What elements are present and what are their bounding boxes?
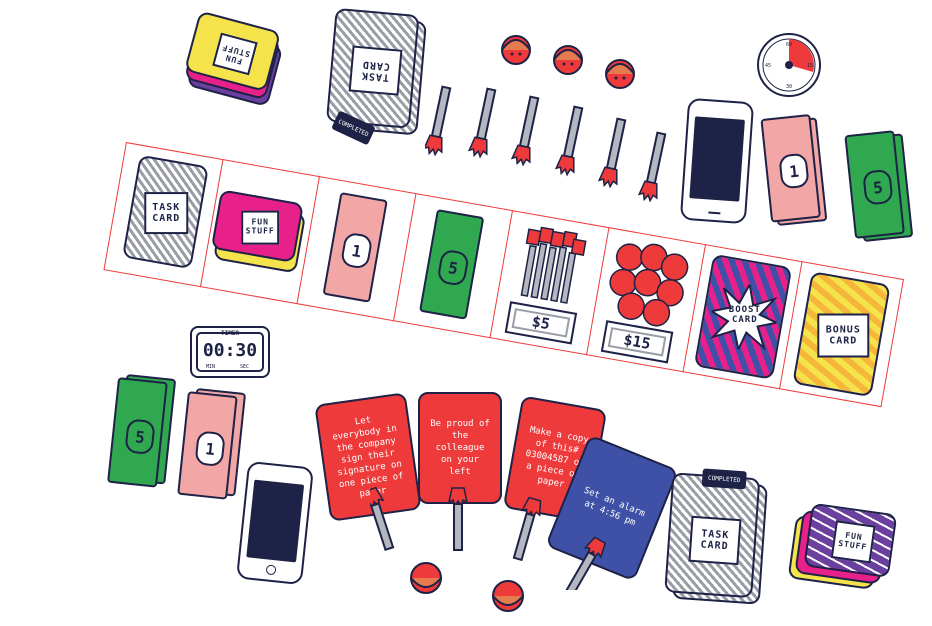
- hands-row: [425, 85, 670, 202]
- home-button: [265, 564, 277, 576]
- five-dollar-stack-top[interactable]: 5: [844, 129, 915, 247]
- hand-pawn-icon[interactable]: [561, 536, 608, 590]
- fun-stuff-card: FUN STUFF: [803, 502, 898, 579]
- task-card-label: TASK CARD: [144, 192, 189, 235]
- dial-tick: 30: [786, 84, 792, 90]
- hand-pawn-icon[interactable]: [637, 131, 670, 202]
- pawn-heads-bottom: [410, 562, 524, 612]
- home-indicator: [708, 211, 721, 215]
- bill-value: 5: [436, 248, 470, 287]
- heads-bundle-icon: [609, 243, 689, 327]
- task-card-label: TASK CARD: [688, 515, 742, 566]
- hand-pawn-icon[interactable]: [370, 486, 398, 552]
- one-dollar-stack-bottom[interactable]: 1: [176, 387, 249, 509]
- timer-sec: SEC: [240, 364, 250, 370]
- hand-pawn-icon[interactable]: [509, 496, 543, 562]
- bill-value: 1: [778, 152, 810, 190]
- hand-pawn-icon[interactable]: [425, 85, 455, 157]
- completed-clip[interactable]: COMPLETED: [701, 468, 747, 490]
- pawn-head-icon[interactable]: [553, 45, 583, 75]
- dial-tick: 60: [786, 42, 792, 48]
- bonus-card-label: BONUS CARD: [817, 313, 870, 358]
- fun-stuff-label: FUN STUFF: [241, 210, 280, 245]
- boost-card: BOOST CARD: [693, 253, 793, 380]
- phone-screen: [689, 116, 745, 202]
- five-dollar-bill: 5: [419, 209, 485, 320]
- task-card-label: TASK CARD: [348, 45, 403, 96]
- phone-screen: [246, 479, 305, 563]
- bill-value: 1: [194, 430, 226, 468]
- boost-card-label: BOOST CARD: [728, 305, 761, 326]
- fun-stuff-label: FUN STUFF: [212, 32, 258, 76]
- five-dollar-bill: 5: [844, 130, 905, 239]
- board-slot-bonus-card[interactable]: BONUS CARD: [779, 261, 904, 407]
- task-card-deck-bottom[interactable]: TASK CARD COMPLETED: [663, 466, 782, 613]
- phone-bottom[interactable]: [236, 460, 314, 586]
- bonus-card: BONUS CARD: [792, 271, 891, 398]
- timer-title: TIMER: [220, 330, 240, 337]
- task-card-deck-top[interactable]: TASK CARD COMPLETED: [325, 7, 436, 146]
- hand-pawn-icon[interactable]: [510, 95, 543, 167]
- timer-time: 00:30: [202, 340, 258, 361]
- hand-pawn-icon[interactable]: [597, 117, 630, 189]
- one-dollar-bill: 1: [322, 192, 388, 303]
- hand-pawn-icon[interactable]: [447, 487, 469, 551]
- timer-min: MIN: [206, 364, 216, 370]
- digital-timer[interactable]: TIMER 00:30 MIN SEC: [190, 326, 270, 378]
- pawn-head-icon[interactable]: [501, 35, 531, 65]
- bill-value: 1: [339, 231, 374, 270]
- pawn-head-icon[interactable]: [410, 562, 442, 594]
- task-card: TASK CARD: [121, 154, 209, 270]
- bill-value: 5: [124, 418, 156, 456]
- fun-stuff-deck-bottom[interactable]: FUN STUFF: [787, 501, 908, 599]
- dial-tick: 15: [807, 63, 813, 69]
- fun-stuff-label: FUN STUFF: [830, 520, 876, 564]
- hand-pawn-icon[interactable]: [554, 105, 587, 177]
- fun-stuff-deck-top[interactable]: FUN STUFF: [179, 10, 296, 113]
- task-card: TASK CARD: [664, 472, 761, 599]
- bill-value: 5: [862, 168, 894, 206]
- one-dollar-stack-top[interactable]: 1: [760, 113, 828, 228]
- price-tag: $5: [504, 301, 578, 345]
- phone-top[interactable]: [679, 97, 755, 225]
- five-dollar-stack-bottom[interactable]: 5: [106, 373, 180, 497]
- pawn-head-icon[interactable]: [492, 580, 524, 612]
- one-dollar-bill: 1: [760, 114, 822, 223]
- hand-pawn-icon[interactable]: [467, 87, 500, 159]
- hands-bundle-icon: [520, 226, 587, 304]
- dial-timer-icon[interactable]: 60 45 30 15: [754, 30, 824, 100]
- dial-tick: 45: [765, 63, 771, 69]
